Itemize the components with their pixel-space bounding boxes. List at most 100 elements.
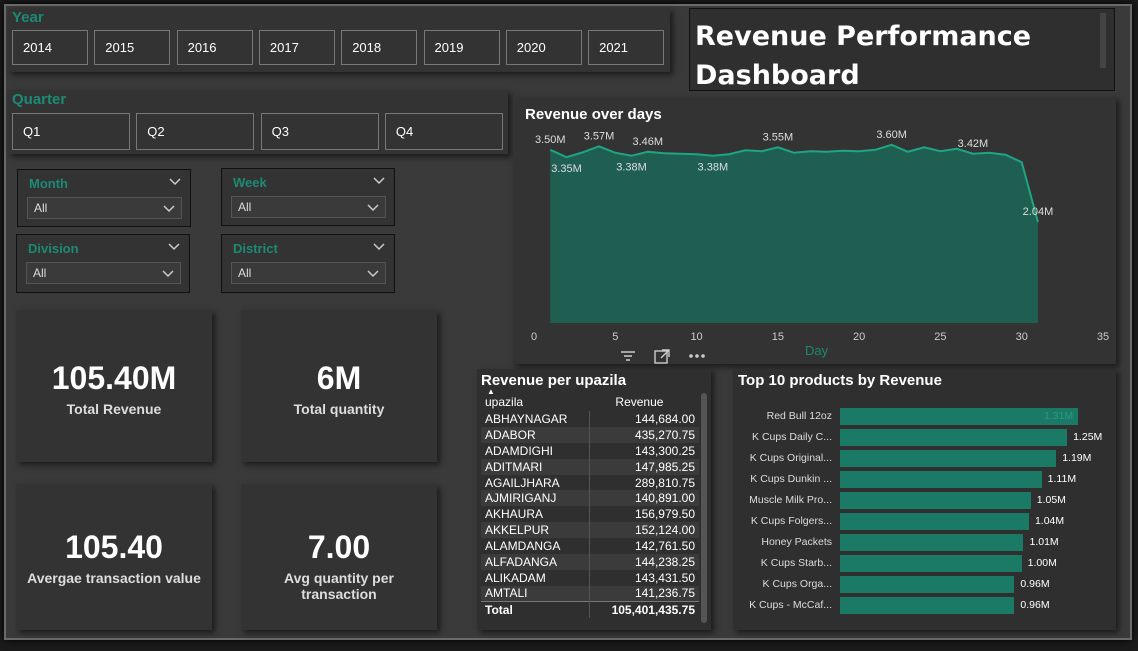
column-header-revenue[interactable]: Revenue bbox=[589, 391, 699, 411]
upazila-cell: AKKELPUR bbox=[481, 522, 590, 539]
kpi-value: 105.40M bbox=[51, 360, 177, 396]
bar-row[interactable]: Red Bull 12oz 1.31M bbox=[733, 408, 1116, 425]
bar[interactable] bbox=[840, 408, 1078, 425]
table-row[interactable]: ABHAYNAGAR 144,684.00 bbox=[481, 411, 699, 427]
year-slicer-title: Year bbox=[12, 9, 44, 26]
revenue-cell: 152,124.00 bbox=[588, 522, 699, 539]
bar-value-label: 1.11M bbox=[1047, 473, 1077, 485]
quarter-option-q4[interactable]: Q4 bbox=[384, 113, 503, 150]
district-dropdown[interactable]: District All bbox=[221, 234, 395, 293]
bar-row[interactable]: K Cups - McCaf... 0.96M bbox=[733, 597, 1116, 614]
bar[interactable] bbox=[840, 534, 1024, 551]
kpi-value: 7.00 bbox=[307, 529, 371, 565]
year-option-2016[interactable]: 2016 bbox=[176, 30, 253, 65]
year-option-2019[interactable]: 2019 bbox=[423, 30, 500, 65]
week-select[interactable]: All bbox=[231, 196, 386, 218]
kpi-value: 105.40 bbox=[65, 529, 163, 565]
year-option-2021[interactable]: 2021 bbox=[588, 30, 665, 65]
quarter-option-q1[interactable]: Q1 bbox=[12, 113, 130, 150]
table-body: upazila ▲ Revenue ABHAYNAGAR 144,684.00 ADA… bbox=[481, 387, 699, 618]
month-dropdown[interactable]: Month All bbox=[17, 169, 191, 227]
bar[interactable] bbox=[840, 597, 1015, 614]
year-option-2020[interactable]: 2020 bbox=[505, 30, 582, 65]
revenue-area-chart[interactable]: 0 5 10 15 20 25 30 35 3.50M 3.35M 3.57M 3.38M 3.46M 3… bbox=[513, 97, 1116, 364]
bar[interactable] bbox=[840, 429, 1068, 446]
x-tick-label: 20 bbox=[853, 331, 865, 343]
bar-row[interactable]: K Cups Daily C... 1.25M bbox=[733, 429, 1116, 446]
year-option-2018[interactable]: 2018 bbox=[341, 30, 418, 65]
bar-row[interactable]: K Cups Starb... 1.00M bbox=[733, 555, 1116, 572]
top-products-card[interactable]: Top 10 products by Revenue Red Bull 12oz… bbox=[733, 369, 1116, 630]
more-options-icon[interactable] bbox=[688, 352, 706, 360]
bar-value-label: 1.31M bbox=[1044, 410, 1074, 422]
x-tick-label: 30 bbox=[1016, 331, 1028, 343]
table-row[interactable]: AGAILJHARA 289,810.75 bbox=[481, 474, 699, 491]
bar-row[interactable]: K Cups Dunkin ... 1.11M bbox=[733, 471, 1116, 488]
revenue-cell: 144,684.00 bbox=[588, 411, 699, 427]
dashboard-title-box: Revenue Performance Dashboard bbox=[689, 8, 1115, 91]
upazila-cell: ADAMDIGHI bbox=[485, 443, 554, 458]
chevron-down-icon[interactable] bbox=[168, 174, 182, 188]
data-label: 3.55M bbox=[763, 131, 794, 143]
year-option-2017[interactable]: 2017 bbox=[258, 30, 335, 65]
division-select[interactable]: All bbox=[26, 262, 181, 284]
chevron-down-icon[interactable] bbox=[372, 239, 386, 253]
chevron-down-icon[interactable] bbox=[167, 239, 181, 253]
table-row[interactable]: AKKELPUR 152,124.00 bbox=[481, 522, 699, 539]
upazila-cell: ALAMDANGA bbox=[485, 539, 561, 554]
bar-category-label: Red Bull 12oz bbox=[766, 410, 832, 422]
bar[interactable] bbox=[840, 450, 1057, 467]
quarter-option-q3[interactable]: Q3 bbox=[260, 113, 379, 150]
quarter-option-q2[interactable]: Q2 bbox=[136, 113, 255, 150]
month-select[interactable]: All bbox=[27, 197, 182, 219]
table-row[interactable]: AJMIRIGANJ 140,891.00 bbox=[481, 490, 699, 507]
dashboard-title: Revenue Performance Dashboard bbox=[695, 17, 1031, 95]
table-row[interactable]: ADAMDIGHI 143,300.25 bbox=[481, 442, 699, 459]
district-select[interactable]: All bbox=[231, 262, 386, 284]
bar-row[interactable]: K Cups Orga... 0.96M bbox=[733, 576, 1116, 593]
bar-category-label: Muscle Milk Pro... bbox=[749, 494, 832, 506]
week-dropdown[interactable]: Week All bbox=[221, 168, 395, 226]
kpi-avg-quantity: 7.00 Avg quantity per transaction bbox=[241, 484, 437, 630]
table-row[interactable]: AMTALI 141,236.75 bbox=[481, 585, 699, 602]
sort-ascending-icon[interactable]: ▲ bbox=[487, 387, 495, 396]
year-option-2014[interactable]: 2014 bbox=[12, 30, 88, 65]
data-label: 3.46M bbox=[633, 136, 664, 148]
data-label: 3.50M bbox=[535, 134, 566, 146]
year-option-2015[interactable]: 2015 bbox=[94, 30, 171, 65]
table-row[interactable]: ALAMDANGA 142,761.50 bbox=[481, 538, 699, 555]
bar-row[interactable]: Muscle Milk Pro... 1.05M bbox=[733, 492, 1116, 509]
chevron-down-icon[interactable] bbox=[372, 173, 386, 187]
title-scrollbar[interactable] bbox=[1100, 13, 1106, 68]
kpi-value: 6M bbox=[316, 360, 362, 396]
bar[interactable] bbox=[840, 576, 1015, 593]
bar[interactable] bbox=[840, 471, 1042, 488]
table-row[interactable]: ADITMARI 147,985.25 bbox=[481, 458, 699, 475]
table-row[interactable]: AKHAURA 156,979.50 bbox=[481, 506, 699, 523]
bar-category-label: K Cups Daily C... bbox=[752, 431, 832, 443]
revenue-per-upazila-card: Revenue per upazila upazila ▲ Revenue ABH… bbox=[477, 369, 711, 630]
bar[interactable] bbox=[840, 555, 1022, 572]
bar-row[interactable]: K Cups Original... 1.19M bbox=[733, 450, 1116, 467]
filter-icon[interactable] bbox=[619, 348, 637, 364]
bar[interactable] bbox=[840, 513, 1029, 530]
upazila-cell: ALFADANGA bbox=[481, 554, 590, 570]
bar[interactable] bbox=[840, 492, 1031, 509]
table-row[interactable]: ALFADANGA 144,238.25 bbox=[481, 554, 699, 570]
bar-value-label: 0.96M bbox=[1020, 578, 1050, 590]
revenue-over-days-card[interactable]: Revenue over days 0 5 10 15 20 25 30 35 3.50M 3.3… bbox=[513, 97, 1116, 364]
dashboard-title-line2: Dashboard bbox=[695, 60, 860, 91]
table-row[interactable]: ADABOR 435,270.75 bbox=[481, 426, 699, 443]
division-dropdown[interactable]: Division All bbox=[16, 234, 190, 293]
upazila-cell: AJMIRIGANJ bbox=[481, 490, 590, 507]
table-row[interactable]: ALIKADAM 143,431.50 bbox=[481, 569, 699, 586]
bar-row[interactable]: Honey Packets 1.01M bbox=[733, 534, 1116, 551]
table-scrollbar[interactable] bbox=[701, 393, 707, 623]
column-header-upazila[interactable]: upazila ▲ bbox=[481, 387, 589, 411]
bar-row[interactable]: K Cups Folgers... 1.04M bbox=[733, 513, 1116, 530]
division-dropdown-label: Division bbox=[28, 241, 79, 256]
bar-value-label: 1.05M bbox=[1036, 494, 1066, 506]
data-label: 2.04M bbox=[1023, 206, 1054, 218]
bar-category-label: K Cups Starb... bbox=[760, 557, 832, 569]
focus-mode-icon[interactable] bbox=[653, 348, 671, 365]
